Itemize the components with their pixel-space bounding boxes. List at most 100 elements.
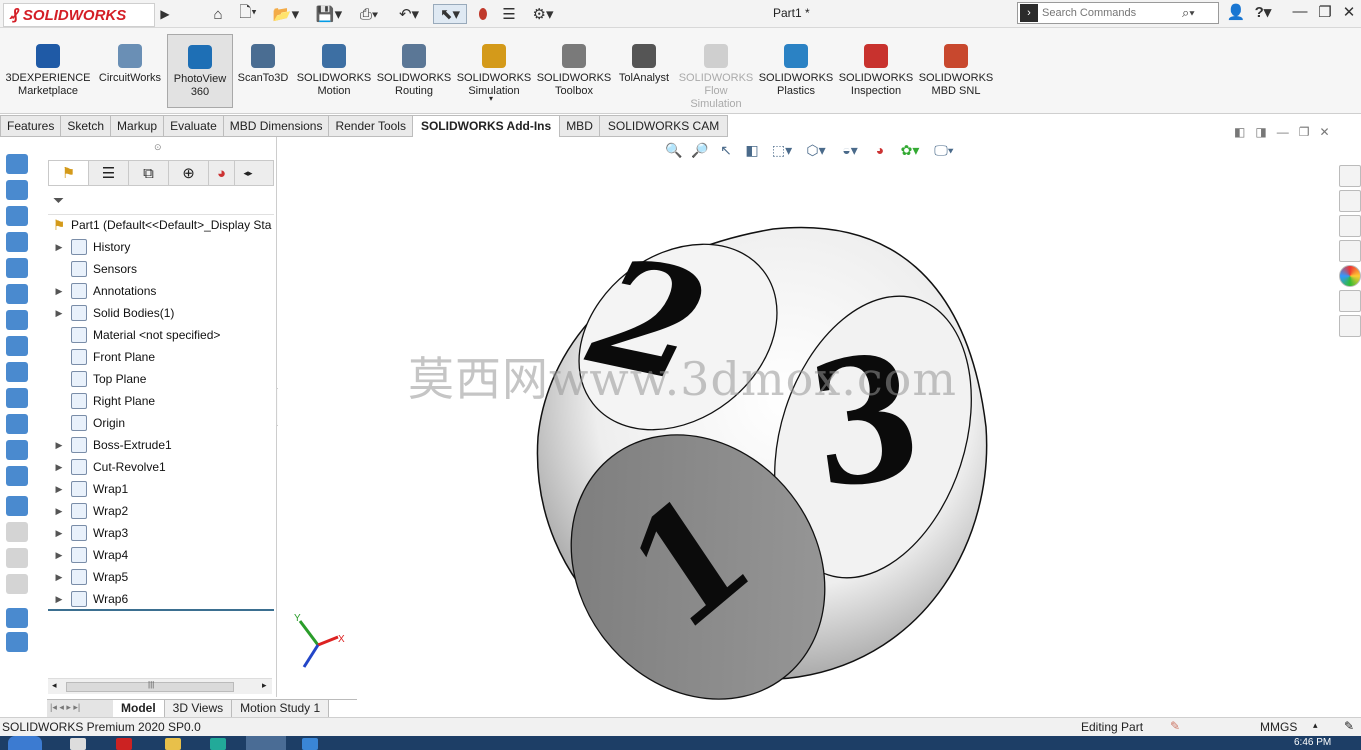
tab-features[interactable]: Features: [0, 115, 62, 137]
print-icon[interactable]: ⎙▾: [354, 4, 384, 24]
ribbon-button-1[interactable]: CircuitWorks: [92, 34, 168, 108]
tab-navigation-arrows[interactable]: |◂ ◂ ▸ ▸|: [47, 700, 113, 717]
tree-item-wrap4[interactable]: ▶ Wrap4: [47, 544, 275, 566]
tree-item-origin[interactable]: Origin: [47, 412, 275, 434]
tab-markup[interactable]: Markup: [111, 115, 165, 137]
search-commands[interactable]: › ⌕▾: [1017, 2, 1219, 24]
configuration-manager-tab-icon[interactable]: ⧉: [129, 161, 169, 185]
undo-icon[interactable]: ↶▾: [394, 4, 424, 24]
taskbar-app-icon[interactable]: [70, 738, 86, 750]
ribbon-button-3[interactable]: ScanTo3D: [233, 34, 293, 108]
rebuild-traffic-light-icon[interactable]: ⬮: [475, 4, 491, 24]
simulation-dropdown-icon[interactable]: ▾: [489, 94, 493, 103]
expand-arrow-icon[interactable]: ▶: [47, 528, 71, 539]
rebuild-status-icon[interactable]: ✎: [1170, 719, 1180, 733]
ribbon-button-11[interactable]: SOLIDWORKS Inspection: [836, 34, 916, 108]
feature-tool-icon-12[interactable]: [6, 466, 28, 486]
ribbon-button-0[interactable]: 3DEXPERIENCE Marketplace: [4, 34, 92, 108]
tree-item-solid-bodies-1[interactable]: ▶ Solid Bodies(1): [47, 302, 275, 324]
feature-manager-tab-icon[interactable]: ⚑: [49, 161, 89, 185]
tab-solidworks-add-ins[interactable]: SOLIDWORKS Add-Ins: [412, 115, 561, 137]
home-icon[interactable]: ⌂: [207, 4, 229, 24]
ribbon-button-8[interactable]: TolAnalyst: [613, 34, 675, 108]
tree-item-wrap6[interactable]: ▶ Wrap6: [47, 588, 275, 610]
tab-render-tools[interactable]: Render Tools: [329, 115, 413, 137]
tab-scroll-arrows-icon[interactable]: ◂▸: [235, 161, 261, 185]
feature-tool-icon-4[interactable]: [6, 258, 28, 278]
customize-status-icon[interactable]: ✎: [1344, 719, 1354, 733]
new-document-icon[interactable]: 🗋▾: [234, 4, 262, 24]
ribbon-button-9[interactable]: SOLIDWORKS Flow Simulation: [676, 34, 756, 110]
start-button[interactable]: [8, 736, 42, 750]
forum-icon[interactable]: [1339, 315, 1361, 337]
tree-item-wrap5[interactable]: ▶ Wrap5: [47, 566, 275, 588]
ribbon-button-7[interactable]: SOLIDWORKS Toolbox: [534, 34, 614, 108]
horizontal-scrollbar[interactable]: ◂ ||| ▸: [48, 678, 272, 694]
menu-expand-icon[interactable]: ▶: [158, 4, 172, 24]
feature-tool-icon-18[interactable]: [6, 632, 28, 652]
search-input[interactable]: [1042, 7, 1182, 19]
tree-item-boss-extrude1[interactable]: ▶ Boss-Extrude1: [47, 434, 275, 456]
tab-sketch[interactable]: Sketch: [61, 115, 112, 137]
file-properties-icon[interactable]: ☰: [498, 4, 520, 24]
units-dropdown-icon[interactable]: ▴: [1313, 720, 1318, 731]
view-palette-icon[interactable]: [1339, 240, 1361, 262]
expand-arrow-icon[interactable]: ▶: [47, 242, 71, 253]
feature-tool-icon-1[interactable]: [6, 180, 28, 200]
tab-mbd[interactable]: MBD: [560, 115, 600, 137]
tree-item-annotations[interactable]: ▶ Annotations: [47, 280, 275, 302]
search-icon[interactable]: ⌕▾: [1182, 5, 1195, 21]
scroll-left-icon[interactable]: ◂: [52, 680, 57, 691]
resources-home-icon[interactable]: [1339, 165, 1361, 187]
user-icon[interactable]: 👤: [1225, 3, 1247, 23]
tree-item-top-plane[interactable]: Top Plane: [47, 368, 275, 390]
graphics-area[interactable]: 🔍 🔎 ↖ ◧ ⬚▾ ⬡▾ ◒▾ ◕ ✿▾ 🖵▾ ◧ ◨ — ❐ ✕ 2 3 1…: [278, 125, 1338, 700]
minimize-button[interactable]: —: [1289, 3, 1311, 23]
expand-arrow-icon[interactable]: ▶: [47, 572, 71, 583]
feature-tool-icon-7[interactable]: [6, 336, 28, 356]
select-cursor-icon[interactable]: ⬉▾: [433, 4, 467, 24]
design-library-icon[interactable]: [1339, 190, 1361, 212]
feature-tool-icon-13[interactable]: [6, 496, 28, 516]
ribbon-button-12[interactable]: SOLIDWORKS MBD SNL: [916, 34, 996, 108]
ribbon-button-5[interactable]: SOLIDWORKS Routing: [374, 34, 454, 108]
ribbon-button-6[interactable]: SOLIDWORKS Simulation: [454, 34, 534, 108]
ribbon-button-4[interactable]: SOLIDWORKS Motion: [294, 34, 374, 108]
feature-tool-icon-3[interactable]: [6, 232, 28, 252]
tree-item-wrap3[interactable]: ▶ Wrap3: [47, 522, 275, 544]
taskbar-solidworks-icon[interactable]: [116, 738, 132, 750]
save-icon[interactable]: 💾▾: [313, 4, 345, 24]
help-icon[interactable]: ?▾: [1252, 3, 1274, 23]
feature-tool-icon-0[interactable]: [6, 154, 28, 174]
options-gear-icon[interactable]: ⚙▾: [526, 4, 560, 24]
close-button[interactable]: ✕: [1338, 3, 1360, 23]
ribbon-button-10[interactable]: SOLIDWORKS Plastics: [756, 34, 836, 108]
dice-model[interactable]: [278, 137, 1338, 700]
rollback-bar[interactable]: [48, 609, 274, 611]
feature-tool-icon-15[interactable]: [6, 548, 28, 568]
expand-arrow-icon[interactable]: ▶: [47, 550, 71, 561]
expand-arrow-icon[interactable]: ▶: [47, 308, 71, 319]
tree-item-front-plane[interactable]: Front Plane: [47, 346, 275, 368]
feature-tool-icon-6[interactable]: [6, 310, 28, 330]
tree-root[interactable]: ⚑ Part1 (Default<<Default>_Display Sta: [47, 214, 275, 236]
tree-item-material-not-specified[interactable]: Material <not specified>: [47, 324, 275, 346]
restore-button[interactable]: ❐: [1314, 3, 1336, 23]
tab-mbd-dimensions[interactable]: MBD Dimensions: [223, 115, 330, 137]
open-folder-icon[interactable]: 📂▾: [272, 4, 300, 24]
taskbar-app2-icon[interactable]: [210, 738, 226, 750]
expand-arrow-icon[interactable]: ▶: [47, 594, 71, 605]
dimxpert-tab-icon[interactable]: ⊕: [169, 161, 209, 185]
unit-system[interactable]: MMGS: [1260, 720, 1297, 734]
ribbon-button-2[interactable]: PhotoView 360: [167, 34, 233, 108]
expand-arrow-icon[interactable]: ▶: [47, 286, 71, 297]
tab-evaluate[interactable]: Evaluate: [164, 115, 224, 137]
solidworks-logo[interactable]: ₰ SOLIDWORKS: [3, 3, 155, 27]
expand-arrow-icon[interactable]: ▶: [47, 506, 71, 517]
tab-solidworks-cam[interactable]: SOLIDWORKS CAM: [599, 115, 729, 137]
feature-tool-icon-9[interactable]: [6, 388, 28, 408]
bottom-tab-model[interactable]: Model: [113, 700, 165, 717]
custom-properties-icon[interactable]: [1339, 290, 1361, 312]
tree-item-wrap1[interactable]: ▶ Wrap1: [47, 478, 275, 500]
expand-arrow-icon[interactable]: ▶: [47, 440, 71, 451]
